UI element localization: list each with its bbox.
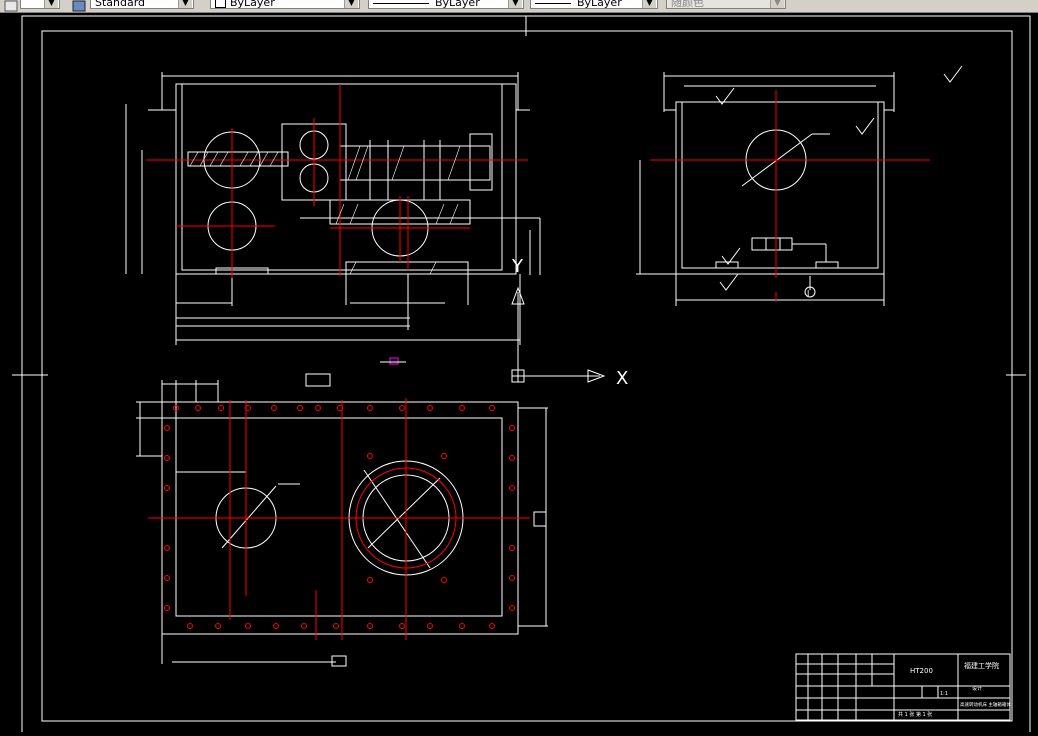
title-block-ratio: 1:1 bbox=[940, 691, 948, 697]
front-section-view bbox=[125, 72, 541, 345]
color-swatch-icon bbox=[215, 0, 226, 8]
lineweight-dropdown[interactable]: ByLayer ▼ bbox=[530, 0, 658, 9]
text-style-dropdown-left[interactable]: ▼ bbox=[20, 0, 60, 9]
linetype-sample bbox=[373, 2, 429, 4]
ucs-icon bbox=[511, 286, 606, 383]
linetype-dropdown[interactable]: ByLayer ▼ bbox=[368, 0, 524, 9]
text-style-icon[interactable] bbox=[4, 0, 18, 12]
title-block-material: HT200 bbox=[910, 667, 933, 675]
front-view-centerlines bbox=[146, 84, 528, 278]
drawing-canvas[interactable]: Y X I HT200 福建工学院 设计 1:1 共 1 张 第 1 张 高速转… bbox=[0, 13, 1038, 736]
title-block-sheet: 共 1 张 第 1 张 bbox=[898, 711, 932, 718]
selection-grip bbox=[389, 357, 399, 365]
front-view-hatching bbox=[189, 145, 461, 275]
title-block-drawing-name: 高速转动机床 主轴箱箱体 bbox=[960, 701, 1011, 708]
text-style-value: Standard bbox=[95, 0, 146, 9]
title-block-school: 福建工学院 bbox=[964, 661, 999, 670]
title-block-stage: 设计 bbox=[972, 685, 982, 692]
detail-marker-label: I bbox=[807, 289, 809, 298]
text-style-dropdown[interactable]: Standard ▼ bbox=[90, 0, 194, 9]
side-view bbox=[636, 72, 895, 306]
plot-style-value: 随颜色 bbox=[671, 0, 704, 9]
plot-style-dropdown[interactable]: 随颜色 ▼ bbox=[666, 0, 786, 9]
lineweight-sample bbox=[535, 2, 571, 4]
lineweight-value: ByLayer bbox=[577, 0, 622, 9]
side-view-centerlines bbox=[650, 90, 930, 302]
linetype-value: ByLayer bbox=[435, 0, 480, 9]
plan-view-centerlines bbox=[148, 398, 530, 640]
sheet-border bbox=[12, 15, 1031, 736]
dim-style-icon[interactable] bbox=[72, 0, 86, 12]
ucs-x-label: X bbox=[616, 368, 628, 389]
ucs-y-label: Y bbox=[511, 256, 524, 277]
layer-color-dropdown[interactable]: ByLayer ▼ bbox=[210, 0, 360, 9]
plan-view-bolt-holes bbox=[164, 405, 515, 629]
color-value: ByLayer bbox=[230, 0, 275, 9]
properties-toolbar: ▼ Standard ▼ ByLayer ▼ ByLayer ▼ ByLayer ▼ 随… bbox=[0, 0, 1038, 13]
